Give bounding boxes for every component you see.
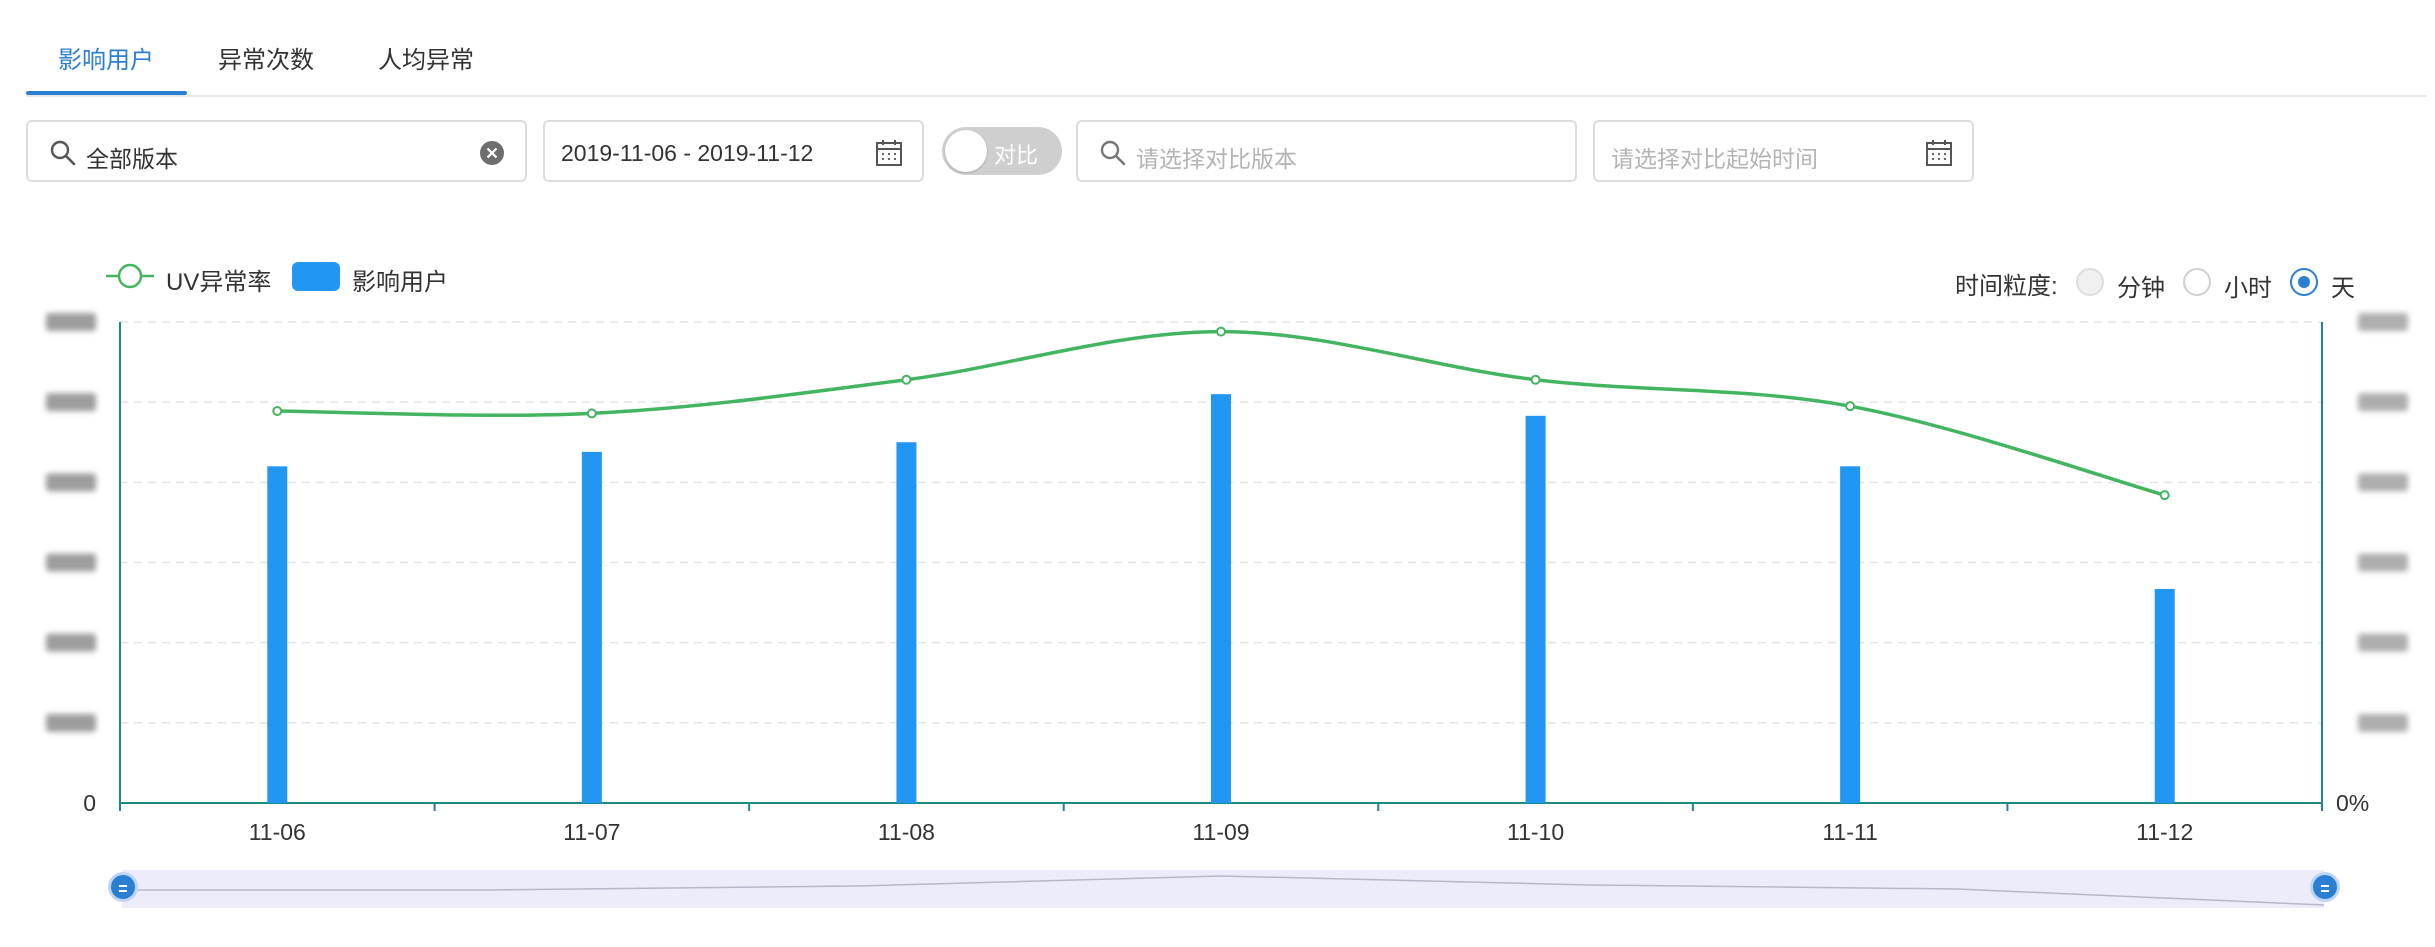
- y-left-tick-label-redacted: [46, 713, 96, 732]
- y-right-tick-label-redacted: [2358, 633, 2408, 652]
- combo-chart: 0 0% 11-06 11-07 11-08 11-09 11-10 11-11 11-12: [46, 313, 2408, 845]
- bar: [267, 466, 288, 803]
- line-point: [1845, 401, 1856, 412]
- zoom-handle-left[interactable]: [108, 872, 138, 902]
- line-point: [1530, 374, 1541, 385]
- zoom-slider-track[interactable]: [122, 870, 2324, 908]
- x-tick-label: 11-09: [1192, 819, 1249, 845]
- bar: [896, 442, 917, 803]
- bar: [581, 451, 602, 803]
- line-point: [1216, 326, 1226, 337]
- bar: [1840, 466, 1861, 803]
- zoom-preview-line: [122, 875, 2324, 906]
- bar: [2154, 588, 2175, 803]
- y-left-tick-label-redacted: [46, 553, 96, 572]
- y-right-tick-label-redacted: [2358, 393, 2408, 412]
- x-tick-label: 11-06: [249, 819, 306, 845]
- x-tick-label: 11-12: [2136, 819, 2193, 845]
- y-left-tick-label-redacted: [46, 393, 96, 412]
- y-left-tick-label: 0: [83, 790, 96, 816]
- x-tick-label: 11-07: [563, 819, 620, 845]
- y-right-tick-label-redacted: [2358, 553, 2408, 572]
- bar: [1211, 394, 1231, 803]
- line-point: [272, 405, 283, 416]
- line-point: [2159, 490, 2170, 501]
- line-point: [586, 408, 597, 419]
- line-point: [901, 374, 912, 385]
- y-right-tick-label-redacted: [2358, 713, 2408, 732]
- y-right-tick-label-redacted: [2358, 313, 2408, 331]
- zoom-handle-right[interactable]: [2310, 872, 2340, 902]
- y-left-tick-label-redacted: [46, 633, 96, 652]
- y-right-tick-label-redacted: [2358, 473, 2408, 492]
- y-left-tick-label-redacted: [46, 473, 96, 492]
- bar: [1525, 415, 1546, 803]
- y-right-tick-label: 0%: [2336, 790, 2369, 816]
- x-tick-label: 11-10: [1507, 819, 1564, 845]
- x-tick-label: 11-11: [1822, 819, 1877, 845]
- y-left-tick-label-redacted: [46, 313, 96, 331]
- x-tick-label: 11-08: [878, 819, 935, 845]
